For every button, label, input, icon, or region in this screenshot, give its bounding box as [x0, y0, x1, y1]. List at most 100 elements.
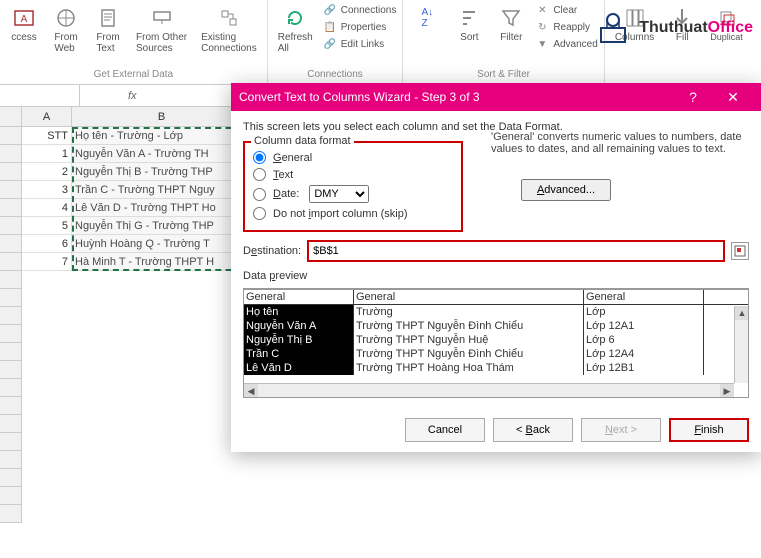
connections-button[interactable]: 🔗Connections — [321, 2, 399, 18]
row-header[interactable] — [0, 145, 22, 163]
radio-skip[interactable] — [253, 207, 266, 220]
clear-button[interactable]: ✕Clear — [533, 2, 599, 18]
preview-header-cell[interactable]: General — [354, 290, 584, 304]
cell[interactable]: Nguyễn Thị G - Trường THP — [72, 217, 252, 235]
scroll-right-icon[interactable]: ▶ — [720, 384, 734, 398]
date-format-select[interactable]: DMY — [309, 185, 369, 203]
name-box[interactable] — [0, 85, 80, 106]
row-header[interactable] — [0, 217, 22, 235]
from-other-sources-button[interactable]: From Other Sources — [130, 2, 193, 67]
edit-links-button[interactable]: 🔗Edit Links — [321, 36, 399, 52]
dialog-footer: Cancel < Back Next > Finish — [231, 408, 761, 452]
row-header[interactable] — [0, 271, 22, 289]
reapply-icon: ↻ — [535, 20, 549, 34]
from-web-button[interactable]: From Web — [46, 2, 86, 67]
row-header[interactable] — [0, 253, 22, 271]
row-header[interactable] — [0, 127, 22, 145]
preview-cell: Lớp 12A4 — [584, 347, 704, 361]
existing-connections-button[interactable]: Existing Connections — [195, 2, 263, 67]
row-header[interactable] — [0, 505, 22, 523]
cell[interactable]: STT — [22, 127, 72, 145]
cell[interactable]: 7 — [22, 253, 72, 271]
refresh-all-button[interactable]: Refresh All — [272, 2, 319, 67]
preview-cell: Lớp 12A1 — [584, 319, 704, 333]
cell[interactable]: 4 — [22, 199, 72, 217]
advanced-filter-button[interactable]: ▼Advanced — [533, 36, 599, 52]
radio-date[interactable] — [253, 188, 266, 201]
label-date[interactable]: Date: — [273, 188, 299, 200]
cell[interactable]: Nguyễn Thị B - Trường THP — [72, 163, 252, 181]
close-button[interactable]: ✕ — [713, 89, 753, 106]
sort-button[interactable]: Sort — [449, 2, 489, 67]
preview-header-cell[interactable]: General — [244, 290, 354, 304]
row-header[interactable] — [0, 469, 22, 487]
cell[interactable]: 6 — [22, 235, 72, 253]
cell[interactable]: 2 — [22, 163, 72, 181]
destination-label: Destination: — [243, 245, 301, 257]
dialog-title: Convert Text to Columns Wizard - Step 3 … — [239, 90, 673, 104]
preview-hscrollbar[interactable]: ◀▶ — [244, 383, 734, 397]
row-header[interactable] — [0, 415, 22, 433]
preview-cell: Lớp — [584, 305, 704, 319]
row-header[interactable] — [0, 433, 22, 451]
preview-cell: Trường THPT Nguyễn Đình Chiểu — [354, 319, 584, 333]
sort-icon — [455, 4, 483, 32]
row-header[interactable] — [0, 307, 22, 325]
range-picker-button[interactable] — [731, 242, 749, 260]
label-skip[interactable]: Do not import column (skip) — [273, 208, 408, 220]
row-header[interactable] — [0, 289, 22, 307]
ribbon-group-external-data: Access From Web From Text From Other Sou… — [0, 0, 268, 84]
preview-vscrollbar[interactable]: ▲ — [734, 306, 748, 383]
cell[interactable]: 1 — [22, 145, 72, 163]
cell[interactable]: Lê Văn D - Trường THPT Ho — [72, 199, 252, 217]
help-button[interactable]: ? — [673, 89, 713, 105]
ribbon: Access From Web From Text From Other Sou… — [0, 0, 761, 85]
row-header[interactable] — [0, 163, 22, 181]
row-header[interactable] — [0, 235, 22, 253]
row-header[interactable] — [0, 199, 22, 217]
scroll-left-icon[interactable]: ◀ — [244, 384, 258, 398]
cell[interactable]: Trần C - Trường THPT Nguy — [72, 181, 252, 199]
sort-az-button[interactable]: A↓Z — [407, 2, 447, 67]
cell[interactable]: Huỳnh Hoàng Q - Trường T — [72, 235, 252, 253]
from-access-button[interactable]: Access — [4, 2, 44, 67]
filter-button[interactable]: Filter — [491, 2, 531, 67]
preview-header-cell[interactable]: General — [584, 290, 704, 304]
radio-text[interactable] — [253, 168, 266, 181]
row-header[interactable] — [0, 379, 22, 397]
row-header[interactable] — [0, 325, 22, 343]
fx-label[interactable]: fx — [120, 90, 145, 102]
select-all-corner[interactable] — [0, 107, 22, 127]
destination-input[interactable] — [307, 240, 725, 262]
cell[interactable]: Nguyễn Văn A - Trường TH — [72, 145, 252, 163]
column-header-a[interactable]: A — [22, 107, 72, 127]
cell[interactable]: 5 — [22, 217, 72, 235]
column-header-b[interactable]: B — [72, 107, 252, 127]
text-to-columns-dialog: Convert Text to Columns Wizard - Step 3 … — [231, 83, 761, 452]
finish-button[interactable]: Finish — [669, 418, 749, 442]
next-button[interactable]: Next > — [581, 418, 661, 442]
row-header[interactable] — [0, 397, 22, 415]
from-text-button[interactable]: From Text — [88, 2, 128, 67]
scroll-up-icon[interactable]: ▲ — [735, 306, 749, 320]
properties-button[interactable]: 📋Properties — [321, 19, 399, 35]
preview-cell: Trường THPT Nguyễn Đình Chiểu — [354, 347, 584, 361]
dialog-titlebar[interactable]: Convert Text to Columns Wizard - Step 3 … — [231, 83, 761, 111]
label-general[interactable]: General — [273, 152, 312, 164]
reapply-button[interactable]: ↻Reapply — [533, 19, 599, 35]
row-header[interactable] — [0, 451, 22, 469]
row-header[interactable] — [0, 181, 22, 199]
cancel-button[interactable]: Cancel — [405, 418, 485, 442]
back-button[interactable]: < Back — [493, 418, 573, 442]
advanced-button[interactable]: Advanced... — [521, 179, 611, 201]
label-text[interactable]: Text — [273, 169, 293, 181]
cell[interactable]: Hà Minh T - Trường THPT H — [72, 253, 252, 271]
radio-general[interactable] — [253, 151, 266, 164]
row-header[interactable] — [0, 361, 22, 379]
cell[interactable]: Họ tên - Trường - Lớp — [72, 127, 252, 145]
row-header[interactable] — [0, 343, 22, 361]
preview-cell: Trường — [354, 305, 584, 319]
cell[interactable]: 3 — [22, 181, 72, 199]
preview-cell: Lê Văn D — [244, 361, 354, 375]
row-header[interactable] — [0, 487, 22, 505]
